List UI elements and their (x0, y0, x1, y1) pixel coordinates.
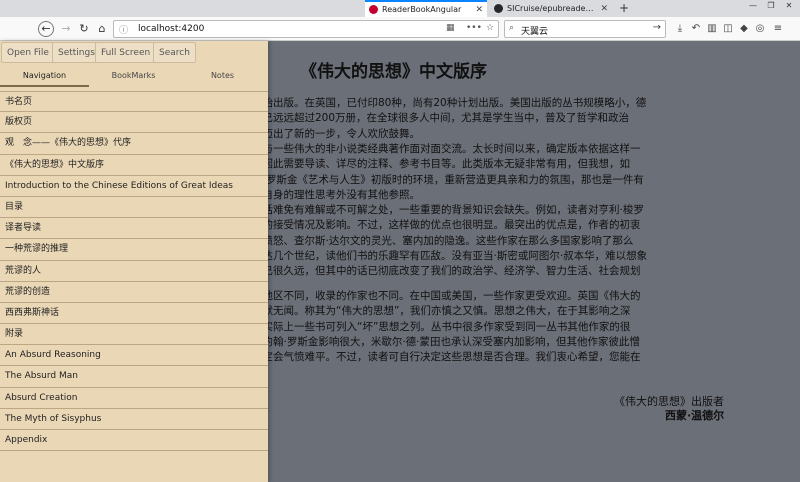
browser-tab-github[interactable]: SICruise/epubreader: Readi ✕ (490, 0, 612, 17)
search-icon: ⌕ (509, 23, 515, 33)
open-file-button[interactable]: Open File (1, 42, 55, 63)
reload-icon[interactable]: ↻ (76, 21, 92, 37)
paragraph-line: 长达几个世纪，读他们书的乐趣罕有匹敌。没有亚当·斯密或阿图尔·叔本华，难以想象 (252, 249, 648, 262)
forward-arrow-icon[interactable]: → (58, 21, 74, 37)
toc-item[interactable]: 荒谬的人 (0, 261, 268, 282)
toc-item[interactable]: 观 念——《伟大的思想》代序 (0, 133, 268, 155)
paragraph-line: 开始出版。在英国，已付印80种，尚有20种计划出版。美国出版的丛书规模略小，德 (252, 97, 647, 109)
qr-code-icon[interactable]: ▦ (446, 23, 455, 33)
paragraph-line: ，迈出了新的一步，令人欢欣鼓舞。 (252, 127, 420, 140)
github-icon (494, 4, 503, 13)
sidebar-toolbar: Open File Settings Full Screen Search (0, 41, 268, 65)
search-bar[interactable]: ⌕ 天翼云 → (504, 20, 666, 38)
toc-item[interactable]: 西西弗斯神话 (0, 303, 268, 325)
close-icon[interactable]: ✕ (475, 5, 483, 15)
toc-item[interactable]: Introduction to the Chinese Editions of … (0, 176, 268, 197)
toc-item[interactable]: 译者导读 (0, 218, 268, 240)
search-go-icon[interactable]: → (653, 22, 661, 33)
settings-button[interactable]: Settings (52, 42, 101, 63)
browser-tab-strip: ReaderBookAngular ✕ SICruise/epubreader:… (0, 0, 800, 17)
paragraph-line: 书的接受情况及影响。不过，这样做的优点也很明显。最突出的优点是，作者的初衷 (252, 219, 641, 232)
paragraph-line: 一定会气愤难平。不过，读者可自行决定这些思想是否合理。我们衷心希望，您能在 (252, 351, 641, 364)
page-title: 《伟大的思想》中文版序 (300, 62, 487, 82)
toc-item[interactable]: 目录 (0, 197, 268, 219)
paragraph-2: 以与一些伟大的非小说类经典著作面对面交流。太长时间以来，确定版本依据这样一 ，因… (252, 142, 742, 203)
paragraph-line: 以与一些伟大的非小说类经典著作面对面交流。太长时间以来，确定版本依据这样一 (252, 143, 641, 155)
new-tab-button[interactable]: + (616, 0, 632, 17)
toc-item[interactable]: The Myth of Sisyphus (0, 409, 268, 430)
paragraph-line: ，因此需要导读、详尽的注释、参考书目等。此类版本无疑非常有用，但我想，如 (252, 158, 630, 171)
back-arrow-icon[interactable]: ← (38, 21, 54, 37)
toc-item[interactable]: Absurd Creation (0, 388, 268, 409)
search-button[interactable]: Search (153, 42, 196, 63)
toc-item[interactable]: 版权页 (0, 112, 268, 134)
browser-navbar: ← → ↻ ⌂ ⓘ localhost:4200 ▦ ••• ☆ ⌕ 天翼云 →… (0, 17, 800, 41)
paragraph-line: 代已很久远，但其中的话已彻底改变了我们的政治学、经济学、智力生活、社会规划 (252, 265, 641, 278)
more-actions-icon[interactable]: ••• (466, 23, 482, 33)
url-text: localhost:4200 (138, 24, 205, 34)
page-info-icon[interactable]: ⓘ (119, 23, 128, 36)
search-bar-text: 天翼云 (521, 27, 549, 37)
extension-icon[interactable]: ◆ (737, 21, 751, 37)
paragraph-line: ，实际上一些书可列入“坏”思想之列。丛书中很多作家受到同一丛书其他作家的很 (252, 320, 631, 333)
toc-item[interactable]: 一种荒谬的推理 (0, 239, 268, 261)
paragraph-line: 默默无闻。称其为“伟大的思想”，我们亦慎之又慎。思想之伟大，在于其影响之深 (252, 305, 631, 318)
toc-item[interactable]: 《伟大的思想》中文版序 (0, 155, 268, 176)
toc-item[interactable]: Appendix (0, 430, 268, 452)
bookmark-star-icon[interactable]: ☆ (486, 23, 494, 33)
restore-button[interactable]: ❐ (762, 0, 780, 12)
sync-icon[interactable]: ◎ (753, 21, 767, 37)
sidebar-toggle-icon[interactable]: ◫ (721, 21, 735, 37)
sidebar-tabs: Navigation BookMarks Notes (0, 67, 268, 87)
paragraph-3: 的话难免有难解或不可解之处，一些重要的背景知识会缺失。例如，读者对亨利·梭罗 书… (252, 203, 742, 279)
paragraph-line: 量已远远超过200万册，在全球很多人中间，尤其是学生当中，普及了哲学和政治 (252, 112, 630, 125)
close-icon[interactable]: ✕ (600, 4, 608, 14)
close-window-button[interactable]: ✕ (780, 0, 798, 12)
tab-label: SICruise/epubreader: Readi (507, 4, 596, 13)
tab-navigation[interactable]: Navigation (0, 67, 89, 87)
url-bar[interactable]: ⓘ localhost:4200 ▦ ••• ☆ (113, 20, 499, 38)
signature-name: 西蒙·温德尔 (665, 409, 725, 422)
toc-item[interactable]: 书名页 (0, 91, 268, 113)
angular-icon (369, 5, 378, 14)
table-of-contents: 书名页 版权页观 念——《伟大的思想》代序 《伟大的思想》中文版序 Introduct… (0, 91, 268, 452)
paragraph-line: 翰·罗斯金《艺术与人生》初版时的环境，重新营造更具亲和力的氛围，那也是一件有 (252, 173, 644, 186)
tab-label: ReaderBookAngular (382, 5, 462, 14)
reader-sidebar: Open File Settings Full Screen Search Na… (0, 41, 268, 482)
undo-icon[interactable]: ↶ (689, 21, 703, 37)
toc-item[interactable]: An Absurd Reasoning (0, 345, 268, 367)
browser-tab-readerbookangular[interactable]: ReaderBookAngular ✕ (365, 0, 487, 17)
paragraph-line: 的话难免有难解或不可解之处，一些重要的背景知识会缺失。例如，读者对亨利·梭罗 (252, 204, 644, 216)
toc-item[interactable]: 荒谬的创造 (0, 282, 268, 303)
menu-icon[interactable]: ≡ (771, 21, 785, 37)
tab-bookmarks[interactable]: BookMarks (89, 67, 178, 87)
paragraph-line: 受约翰·罗斯金影响很大，米歇尔·德·蒙田也承认深受塞内加影响，但其他作家彼此憎 (252, 335, 641, 348)
paragraph-line: 的愤怒、查尔斯·达尔文的灵光、塞内加的隐逸。这些作家在那么多国家影响了那么 (252, 234, 634, 247)
toc-item[interactable]: The Absurd Man (0, 366, 268, 388)
full-screen-button[interactable]: Full Screen (95, 42, 157, 63)
minimize-button[interactable]: — (744, 0, 762, 12)
paragraph-1: 开始出版。在英国，已付印80种，尚有20种计划出版。美国出版的丛书规模略小，德 … (252, 96, 742, 142)
paragraph-line: 。地区不同，收录的作家也不同。在中国或美国，一些作家更受欢迎。英国《伟大的 (252, 290, 641, 302)
library-icon[interactable]: ▥ (705, 21, 719, 37)
home-icon[interactable]: ⌂ (94, 21, 110, 37)
paragraph-line: 其自身的理性思考外没有其他参照。 (252, 188, 420, 201)
toc-item[interactable]: 附录 (0, 324, 268, 346)
download-icon[interactable]: ⤓ (673, 21, 687, 37)
tab-notes[interactable]: Notes (178, 67, 267, 87)
paragraph-4: 。地区不同，收录的作家也不同。在中国或美国，一些作家更受欢迎。英国《伟大的 默默… (252, 289, 742, 365)
